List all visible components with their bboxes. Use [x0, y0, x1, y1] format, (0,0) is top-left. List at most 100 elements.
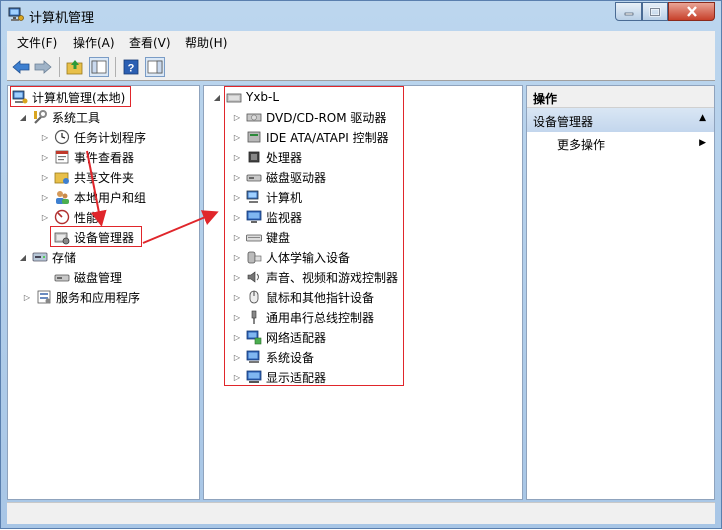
expand-icon[interactable]: ▷ [40, 152, 50, 162]
tree-item-label: 任务计划程序 [74, 130, 147, 145]
toolbar: ? [7, 53, 715, 81]
device-category-item[interactable]: ▷ 磁盘驱动器 [232, 168, 326, 186]
device-category-item[interactable]: ▷ 计算机 [232, 188, 302, 206]
help-icon[interactable]: ? [121, 57, 141, 77]
tree-item-label: 磁盘管理 [74, 270, 123, 285]
collapse-icon[interactable]: ◢ [18, 252, 28, 262]
device-category-label: 鼠标和其他指针设备 [266, 290, 375, 305]
expand-icon[interactable]: ▷ [40, 172, 50, 182]
expand-icon[interactable]: ▷ [232, 352, 242, 362]
expand-icon[interactable]: ▷ [232, 232, 242, 242]
minimize-button[interactable] [615, 2, 642, 21]
device-category-item[interactable]: ▷ 显示适配器 [232, 368, 326, 386]
expand-icon[interactable]: ▷ [232, 292, 242, 302]
actions-section-label: 设备管理器 [533, 115, 594, 129]
device-category-item[interactable]: ▷ 人体学输入设备 [232, 248, 350, 266]
device-category-item[interactable]: ▷ DVD/CD-ROM 驱动器 [232, 108, 387, 126]
tree-item-label: 共享文件夹 [74, 170, 135, 185]
expand-icon[interactable]: ▷ [232, 272, 242, 282]
close-button[interactable] [668, 2, 715, 21]
device-category-label: 监视器 [266, 210, 303, 225]
collapse-icon[interactable]: ◢ [18, 112, 28, 122]
device-category-item[interactable]: ▷ IDE ATA/ATAPI 控制器 [232, 128, 389, 146]
tree-item-local-users[interactable]: ▷ 本地用户和组 [40, 188, 146, 206]
expand-icon[interactable]: ▷ [232, 192, 242, 202]
expand-icon[interactable]: ▷ [232, 152, 242, 162]
tree-item-task-scheduler[interactable]: ▷ 任务计划程序 [40, 128, 146, 146]
actions-pane: 操作 设备管理器 ▲ 更多操作 ▶ [526, 85, 715, 500]
expand-icon[interactable]: ▷ [232, 312, 242, 322]
actions-header: 操作 [527, 86, 714, 108]
device-category-label: 计算机 [266, 190, 303, 205]
collapse-up-icon[interactable]: ▲ [699, 113, 706, 123]
expand-icon[interactable]: ▷ [232, 372, 242, 382]
menu-view[interactable]: 查看(V) [129, 34, 171, 51]
actions-section-device-manager[interactable]: 设备管理器 ▲ [527, 108, 714, 132]
expand-icon[interactable]: ▷ [232, 132, 242, 142]
device-category-item[interactable]: ▷ 通用串行总线控制器 [232, 308, 374, 326]
console-tree-icon[interactable] [89, 57, 109, 77]
expand-icon[interactable]: ▷ [40, 192, 50, 202]
submenu-arrow-icon[interactable]: ▶ [699, 138, 706, 148]
expand-icon[interactable]: ▷ [232, 112, 242, 122]
processor-icon [246, 149, 262, 165]
device-category-item[interactable]: ▷ 处理器 [232, 148, 302, 166]
device-category-label: 磁盘驱动器 [266, 170, 327, 185]
expand-icon[interactable]: ▷ [232, 332, 242, 342]
expand-icon[interactable]: ▷ [40, 212, 50, 222]
status-bar [7, 502, 715, 524]
tree-item-storage[interactable]: ◢ 存储 [18, 248, 76, 266]
disk-drive-icon [246, 169, 262, 185]
tree-item-services-apps[interactable]: ▷ 服务和应用程序 [22, 288, 140, 306]
tree-item-label: 事件查看器 [74, 150, 135, 165]
tree-item-label: 性能 [74, 210, 99, 225]
expand-icon[interactable]: ▷ [22, 292, 32, 302]
tree-item-system-tools[interactable]: ◢ 系统工具 [18, 108, 100, 126]
expand-icon[interactable]: ▷ [232, 172, 242, 182]
expand-icon[interactable]: ▷ [232, 212, 242, 222]
toolbar-separator [115, 57, 116, 77]
keyboard-icon [246, 229, 262, 245]
menu-help[interactable]: 帮助(H) [185, 34, 227, 51]
device-category-item[interactable]: ▷ 系统设备 [232, 348, 314, 366]
event-viewer-icon [54, 149, 70, 165]
arrow-right-icon[interactable] [33, 57, 53, 77]
device-category-item[interactable]: ▷ 网络适配器 [232, 328, 326, 346]
tree-item-shared-folders[interactable]: ▷ 共享文件夹 [40, 168, 134, 186]
maximize-button[interactable] [642, 2, 668, 21]
device-category-item[interactable]: ▷ 键盘 [232, 228, 290, 246]
device-category-label: 网络适配器 [266, 330, 327, 345]
folder-up-icon[interactable] [65, 57, 85, 77]
device-category-label: 通用串行总线控制器 [266, 310, 375, 325]
arrow-left-icon[interactable] [11, 57, 31, 77]
menu-file[interactable]: 文件(F) [17, 34, 57, 51]
toolbar-separator [59, 57, 60, 77]
monitor-icon [246, 209, 262, 225]
device-category-item[interactable]: ▷ 监视器 [232, 208, 302, 226]
tree-item-label: 服务和应用程序 [56, 290, 141, 305]
ide-controller-icon [246, 129, 262, 145]
computer-icon [246, 189, 262, 205]
more-actions-label: 更多操作 [557, 138, 606, 152]
services-icon [36, 289, 52, 305]
dvd-drive-icon [246, 109, 262, 125]
display-adapter-icon [246, 369, 262, 385]
action-pane-icon[interactable] [145, 57, 165, 77]
menu-action[interactable]: 操作(A) [73, 34, 115, 51]
device-category-item[interactable]: ▷ 鼠标和其他指针设备 [232, 288, 374, 306]
tree-item-disk-management[interactable]: 磁盘管理 [54, 268, 122, 286]
device-category-label: 键盘 [266, 230, 291, 245]
expand-icon[interactable]: ▷ [232, 252, 242, 262]
sound-icon [246, 269, 262, 285]
device-category-item[interactable]: ▷ 声音、视频和游戏控制器 [232, 268, 398, 286]
title-bar[interactable]: 计算机管理 [1, 1, 721, 29]
highlight-box-device-manager [50, 226, 142, 247]
device-category-label: 系统设备 [266, 350, 315, 365]
expand-icon[interactable]: ▷ [40, 132, 50, 142]
collapse-icon[interactable]: ◢ [212, 92, 222, 102]
tree-item-label: 存储 [52, 250, 77, 265]
more-actions-item[interactable]: 更多操作 [557, 136, 605, 153]
tree-item-performance[interactable]: ▷ 性能 [40, 208, 98, 226]
tree-item-event-viewer[interactable]: ▷ 事件查看器 [40, 148, 134, 166]
clock-icon [54, 129, 70, 145]
